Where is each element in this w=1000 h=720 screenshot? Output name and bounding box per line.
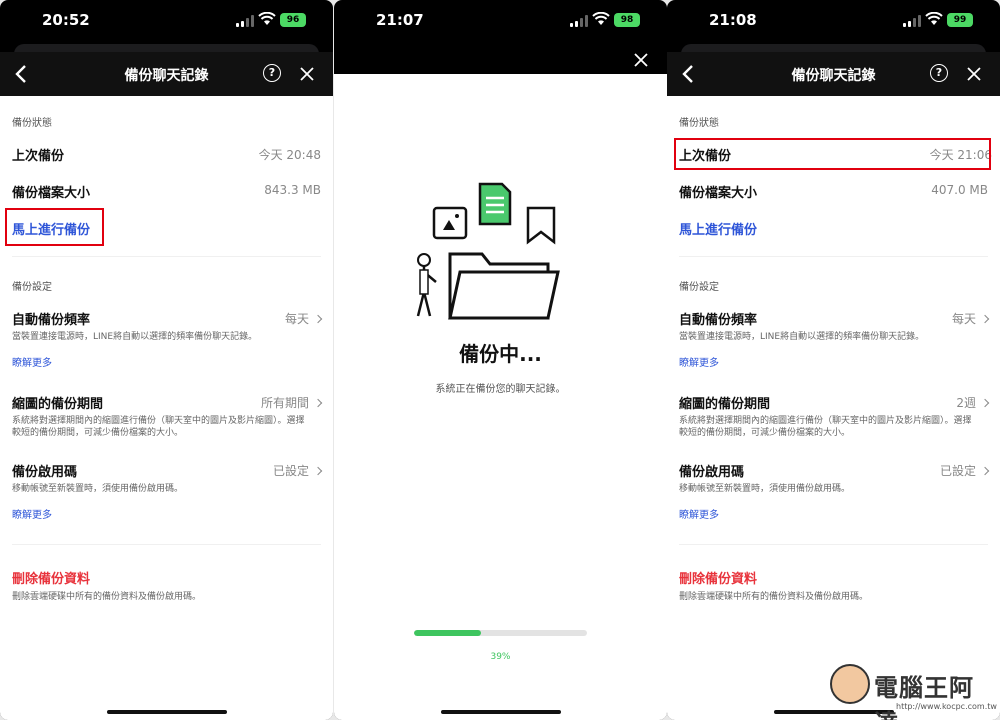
- backup-pin-text: 已設定: [939, 464, 976, 478]
- learn-more-link-2[interactable]: 瞭解更多: [679, 506, 719, 521]
- thumbnail-period-label[interactable]: 縮圖的備份期間: [12, 393, 103, 412]
- highlight-box: [5, 208, 104, 246]
- divider: [12, 544, 321, 545]
- settings-content: 備份狀態 上次備份 今天 21:06 備份檔案大小 407.0 MB 馬上進行備…: [667, 96, 1000, 720]
- home-indicator: [440, 710, 561, 714]
- progress-bar: [414, 630, 587, 636]
- status-bar: 20:52 96: [0, 0, 333, 44]
- status-bar: 21:08 99: [667, 0, 1000, 44]
- backup-illustration-icon: [416, 182, 560, 320]
- backup-pin-text: 已設定: [272, 464, 309, 478]
- status-bar: 21:07 98: [334, 0, 667, 44]
- help-icon[interactable]: ?: [263, 64, 281, 82]
- settings-content: 備份狀態 上次備份 今天 20:48 備份檔案大小 843.3 MB 馬上進行備…: [0, 96, 333, 720]
- section-label-backup-status: 備份狀態: [679, 118, 719, 129]
- thumbnail-period-value[interactable]: 2週: [956, 394, 990, 411]
- home-indicator: [106, 710, 227, 714]
- backup-pin-label[interactable]: 備份啟用碼: [679, 461, 744, 480]
- delete-backup-button[interactable]: 刪除備份資料: [12, 568, 90, 587]
- page-title: 備份聊天記錄: [791, 68, 876, 84]
- auto-backup-frequency-text: 每天: [284, 312, 309, 326]
- section-label-backup-settings: 備份設定: [12, 282, 52, 293]
- nav-bar: 備份聊天記錄 ?: [667, 52, 1000, 96]
- backup-size-label: 備份檔案大小: [679, 186, 758, 201]
- thumbnail-period-label[interactable]: 縮圖的備份期間: [679, 393, 770, 412]
- phone-screen-3: 21:08 99 備份聊天記錄 ? 備份狀態 上次備份 今天 21:06 備份檔…: [667, 0, 1000, 720]
- battery-icon: 96: [280, 13, 306, 27]
- close-icon[interactable]: [633, 52, 649, 68]
- status-time: 21:07: [376, 11, 424, 29]
- delete-backup-button[interactable]: 刪除備份資料: [679, 568, 757, 587]
- cellular-signal-icon: [236, 15, 254, 27]
- watermark-url: http://www.kocpc.com.tw: [896, 702, 997, 711]
- backup-now-button[interactable]: 馬上進行備份: [679, 219, 757, 238]
- cellular-signal-icon: [903, 15, 921, 27]
- chevron-right-icon: [313, 398, 323, 408]
- backup-pin-desc: 移動帳號至新裝置時，須使用備份啟用碼。: [12, 484, 184, 494]
- divider: [12, 256, 321, 257]
- auto-backup-frequency-label[interactable]: 自動備份頻率: [12, 309, 90, 328]
- thumbnail-period-text: 2週: [956, 396, 976, 410]
- progress-percent-text: 39%: [490, 652, 511, 662]
- help-icon[interactable]: ?: [930, 64, 948, 82]
- learn-more-link[interactable]: 瞭解更多: [679, 354, 719, 369]
- thumbnail-period-desc: 系統將對選擇期間內的縮圖進行備份（聊天室中的圖片及影片縮圖）。選擇較短的備份期間…: [12, 416, 305, 438]
- wifi-icon: [592, 12, 610, 25]
- phone-screen-2: 21:07 98 備份中... 系統正在備份您的聊天記錄。 39%: [334, 0, 667, 720]
- wifi-icon: [925, 12, 943, 25]
- section-label-backup-status: 備份狀態: [12, 118, 52, 129]
- last-backup-value: 今天 20:48: [258, 148, 321, 162]
- backup-size-value: 407.0 MB: [931, 183, 988, 197]
- status-time: 20:52: [42, 11, 90, 29]
- auto-backup-frequency-text: 每天: [951, 312, 976, 326]
- backup-size-label: 備份檔案大小: [12, 186, 91, 201]
- divider: [679, 256, 988, 257]
- chevron-right-icon: [980, 314, 990, 324]
- backup-pin-label[interactable]: 備份啟用碼: [12, 461, 77, 480]
- divider: [679, 544, 988, 545]
- nav-bar: 備份聊天記錄 ?: [0, 52, 333, 96]
- chevron-right-icon: [313, 314, 323, 324]
- thumbnail-period-value[interactable]: 所有期間: [260, 394, 323, 411]
- chevron-right-icon: [980, 466, 990, 476]
- wifi-icon: [258, 12, 276, 25]
- chevron-right-icon: [313, 466, 323, 476]
- backup-pin-desc: 移動帳號至新裝置時，須使用備份啟用碼。: [679, 484, 851, 494]
- backup-progress-content: 備份中... 系統正在備份您的聊天記錄。 39%: [334, 74, 667, 720]
- auto-backup-frequency-desc: 當裝置連接電源時，LINE將自動以選擇的頻率備份聊天記錄。: [12, 332, 258, 342]
- battery-icon: 98: [614, 13, 640, 27]
- thumbnail-period-text: 所有期間: [260, 396, 309, 410]
- auto-backup-frequency-value[interactable]: 每天: [284, 310, 323, 327]
- learn-more-link[interactable]: 瞭解更多: [12, 354, 52, 369]
- learn-more-link-2[interactable]: 瞭解更多: [12, 506, 52, 521]
- auto-backup-frequency-label[interactable]: 自動備份頻率: [679, 309, 757, 328]
- progress-fill: [414, 630, 482, 636]
- delete-backup-desc: 刪除雲端硬碟中所有的備份資料及備份啟用碼。: [12, 592, 202, 602]
- auto-backup-frequency-value[interactable]: 每天: [951, 310, 990, 327]
- backup-progress-subtitle: 系統正在備份您的聊天記錄。: [435, 384, 566, 395]
- watermark-logo: 電腦王阿達 http://www.kocpc.com.tw: [826, 658, 997, 720]
- section-label-backup-settings: 備份設定: [679, 282, 719, 293]
- backup-pin-value[interactable]: 已設定: [939, 462, 990, 479]
- chevron-right-icon: [980, 398, 990, 408]
- last-backup-label: 上次備份: [12, 149, 65, 164]
- auto-backup-frequency-desc: 當裝置連接電源時，LINE將自動以選擇的頻率備份聊天記錄。: [679, 332, 925, 342]
- backup-progress-title: 備份中...: [459, 342, 542, 366]
- close-icon[interactable]: [966, 66, 982, 82]
- thumbnail-period-desc: 系統將對選擇期間內的縮圖進行備份（聊天室中的圖片及影片縮圖）。選擇較短的備份期間…: [679, 416, 972, 438]
- mascot-face-icon: [830, 664, 870, 704]
- status-time: 21:08: [709, 11, 757, 29]
- watermark-text: 電腦王阿達: [874, 674, 974, 720]
- backup-size-value: 843.3 MB: [264, 183, 321, 197]
- battery-icon: 99: [947, 13, 973, 27]
- delete-backup-desc: 刪除雲端硬碟中所有的備份資料及備份啟用碼。: [679, 592, 869, 602]
- phone-screen-1: 20:52 96 備份聊天記錄 ? 備份狀態 上次備份 今天 20:48 備份檔…: [0, 0, 333, 720]
- backup-pin-value[interactable]: 已設定: [272, 462, 323, 479]
- highlight-box: [674, 138, 991, 170]
- cellular-signal-icon: [570, 15, 588, 27]
- page-title: 備份聊天記錄: [124, 68, 209, 84]
- close-icon[interactable]: [299, 66, 315, 82]
